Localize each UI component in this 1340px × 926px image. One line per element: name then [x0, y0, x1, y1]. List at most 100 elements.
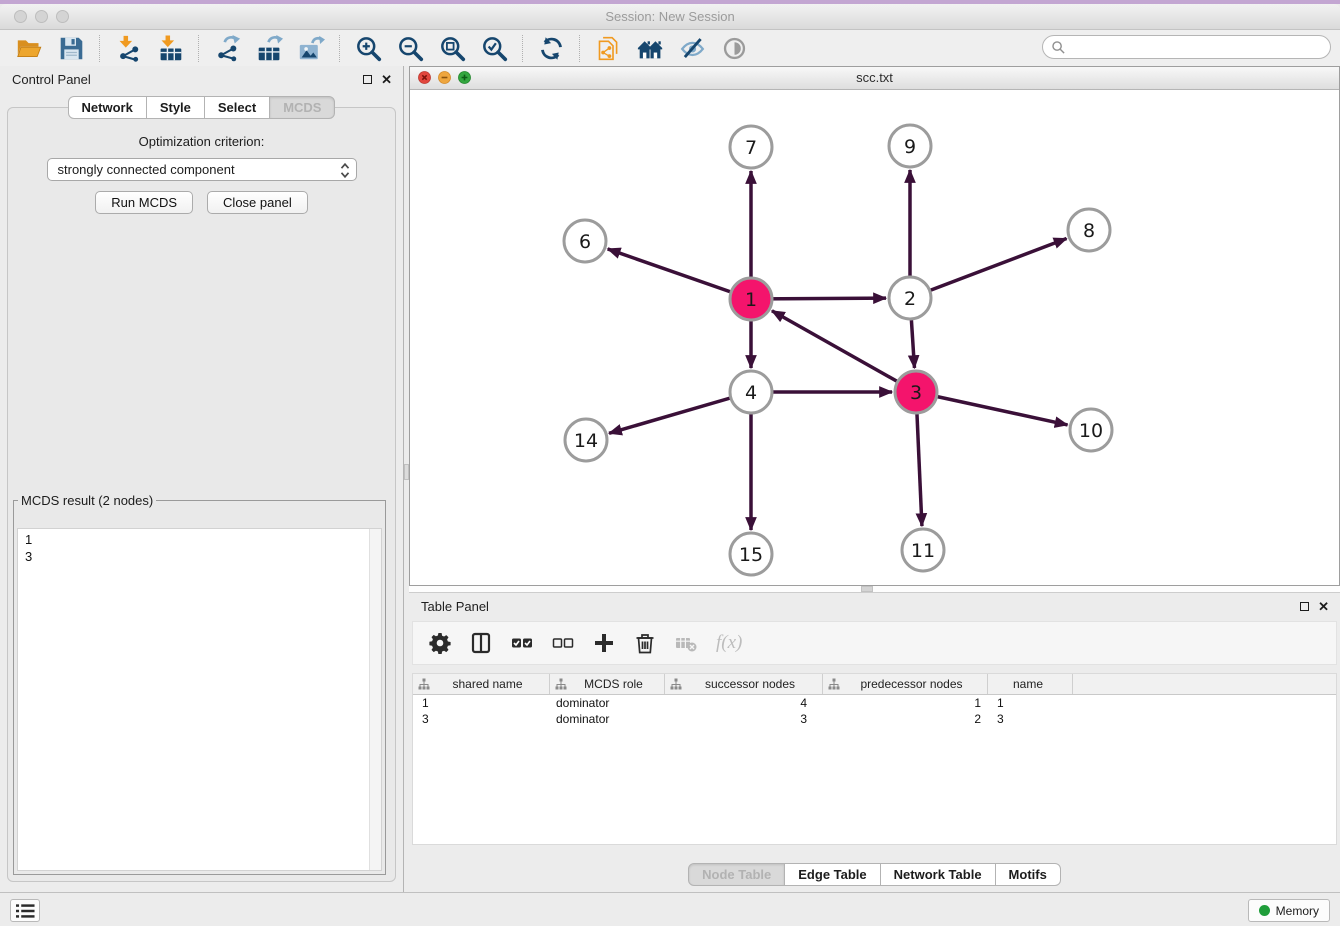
- toolbar-separator: [579, 35, 580, 62]
- zoom-selected-icon: [481, 35, 508, 62]
- export-image-button[interactable]: [297, 34, 325, 62]
- mcds-result-group: MCDS result (2 nodes) 1 3: [13, 493, 386, 875]
- table-cell: 3: [413, 712, 550, 726]
- table-panel: Table Panel ✕ f(x) shared nameMCDS roles…: [409, 592, 1340, 892]
- table-tab-node-table[interactable]: Node Table: [688, 863, 785, 886]
- column-header-predecessor-nodes[interactable]: predecessor nodes: [823, 674, 988, 694]
- close-panel-button[interactable]: Close panel: [207, 191, 308, 214]
- network-graph: 7968124314101511: [410, 90, 1339, 585]
- column-header-name[interactable]: name: [988, 674, 1073, 694]
- float-table-panel-icon[interactable]: [1300, 602, 1309, 611]
- search-input[interactable]: [1070, 37, 1330, 57]
- mcds-result-lines: 1 3: [18, 529, 381, 565]
- import-network-icon: [115, 35, 142, 62]
- graph-node-label: 7: [745, 137, 757, 159]
- save-session-icon: [58, 35, 85, 62]
- new-network-from-selection-button[interactable]: [594, 34, 622, 62]
- search-box[interactable]: [1042, 35, 1331, 59]
- open-session-button[interactable]: [15, 34, 43, 62]
- control-panel-window-buttons: ✕: [363, 74, 392, 85]
- control-panel: Control Panel ✕ NetworkStyleSelectMCDS O…: [0, 66, 403, 892]
- window-controls: [14, 10, 69, 23]
- graph-node-label: 1: [745, 289, 757, 311]
- mcds-tab-content: Optimization criterion: strongly connect…: [7, 107, 396, 882]
- table-cell: 4: [665, 696, 823, 710]
- graph-edge-2-8[interactable]: [910, 239, 1067, 298]
- zoom-in-icon: [355, 35, 382, 62]
- node-table: shared nameMCDS rolesuccessor nodes prede…: [412, 673, 1337, 845]
- hide-selected-button[interactable]: [678, 34, 706, 62]
- apply-layout-button[interactable]: [537, 34, 565, 62]
- select-all-columns-button[interactable]: [511, 632, 533, 654]
- save-session-button[interactable]: [57, 34, 85, 62]
- graph-edge-1-6[interactable]: [608, 249, 751, 299]
- show-graphics-details-button[interactable]: [720, 34, 748, 62]
- graph-node-label: 4: [745, 382, 757, 404]
- memory-status-icon: [1259, 905, 1270, 916]
- tab-select[interactable]: Select: [204, 96, 270, 119]
- table-tab-network-table[interactable]: Network Table: [880, 863, 996, 886]
- network-window-titlebar[interactable]: scc.txt: [410, 67, 1339, 90]
- status-bar: Memory: [0, 892, 1340, 926]
- graph-node-label: 11: [911, 540, 935, 562]
- table-row[interactable]: 3dominator323: [413, 711, 1336, 727]
- optimization-criterion-label: Optimization criterion:: [8, 134, 395, 149]
- column-header-successor-nodes[interactable]: successor nodes: [665, 674, 823, 694]
- close-table-panel-icon[interactable]: ✕: [1318, 601, 1329, 612]
- close-panel-icon[interactable]: ✕: [381, 74, 392, 85]
- import-table-button[interactable]: [156, 34, 184, 62]
- criterion-dropdown[interactable]: strongly connected component: [47, 158, 357, 181]
- run-mcds-button[interactable]: Run MCDS: [95, 191, 193, 214]
- export-image-icon: [298, 35, 325, 62]
- zoom-selected-button[interactable]: [480, 34, 508, 62]
- criterion-dropdown-value: strongly connected component: [48, 159, 356, 180]
- main-toolbar: [0, 30, 1340, 67]
- tab-mcds[interactable]: MCDS: [269, 96, 335, 119]
- table-tab-motifs[interactable]: Motifs: [995, 863, 1061, 886]
- graph-node-label: 9: [904, 136, 916, 158]
- mcds-result-textarea[interactable]: 1 3: [17, 528, 382, 871]
- tab-style[interactable]: Style: [146, 96, 205, 119]
- minimize-window-button[interactable]: [35, 10, 48, 23]
- table-tab-edge-table[interactable]: Edge Table: [784, 863, 880, 886]
- show-columns-button[interactable]: [470, 632, 492, 654]
- mcds-result-scrollbar[interactable]: [369, 529, 381, 870]
- column-header-mcds-role[interactable]: MCDS role: [550, 674, 665, 694]
- delete-table-icon: [675, 632, 697, 654]
- network-close-button[interactable]: [418, 71, 431, 84]
- table-cell: dominator: [550, 696, 665, 710]
- export-table-button[interactable]: [255, 34, 283, 62]
- zoom-out-button[interactable]: [396, 34, 424, 62]
- unselect-all-columns-button[interactable]: [552, 632, 574, 654]
- show-panel-list-button[interactable]: [10, 899, 40, 922]
- table-options-gear-icon: [429, 632, 451, 654]
- close-window-button[interactable]: [14, 10, 27, 23]
- zoom-fit-button[interactable]: [438, 34, 466, 62]
- show-all-button[interactable]: [636, 34, 664, 62]
- table-options-gear-button[interactable]: [429, 632, 451, 654]
- export-table-icon: [256, 35, 283, 62]
- float-panel-icon[interactable]: [363, 75, 372, 84]
- delete-columns-button[interactable]: [634, 632, 656, 654]
- network-minimize-button[interactable]: [438, 71, 451, 84]
- table-row[interactable]: 1dominator411: [413, 695, 1336, 711]
- column-header-shared-name[interactable]: shared name: [413, 674, 550, 694]
- create-column-button[interactable]: [593, 632, 615, 654]
- memory-button[interactable]: Memory: [1248, 899, 1330, 922]
- export-network-button[interactable]: [213, 34, 241, 62]
- network-canvas[interactable]: 7968124314101511: [410, 90, 1339, 585]
- graph-edge-3-10[interactable]: [916, 392, 1068, 425]
- unselect-all-columns-icon: [552, 632, 574, 654]
- tab-network[interactable]: Network: [68, 96, 147, 119]
- toolbar-separator: [99, 35, 100, 62]
- table-toolbar: f(x): [412, 621, 1337, 665]
- network-zoom-button[interactable]: [458, 71, 471, 84]
- column-header-label: name: [988, 677, 1072, 691]
- graph-edge-3-1[interactable]: [772, 311, 916, 392]
- zoom-in-button[interactable]: [354, 34, 382, 62]
- import-network-button[interactable]: [114, 34, 142, 62]
- control-panel-title: Control Panel: [12, 66, 91, 93]
- column-header-label: predecessor nodes: [840, 677, 987, 691]
- select-all-columns-icon: [511, 632, 533, 654]
- maximize-window-button[interactable]: [56, 10, 69, 23]
